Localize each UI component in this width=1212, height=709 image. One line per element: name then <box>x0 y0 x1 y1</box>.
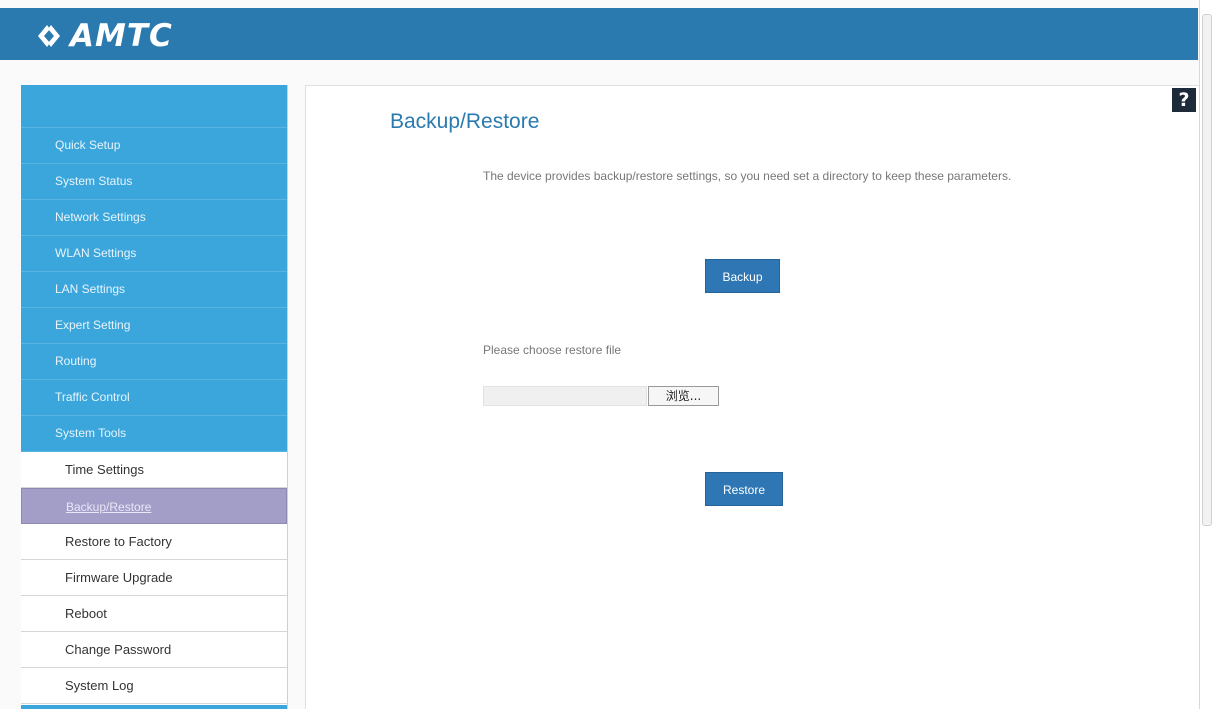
submenu-item-firmware-upgrade[interactable]: Firmware Upgrade <box>21 560 287 596</box>
sidebar-item-system-tools[interactable]: System Tools <box>21 416 287 452</box>
submenu-item-system-log[interactable]: System Log <box>21 668 287 704</box>
logo[interactable]: AMTC <box>34 18 173 54</box>
submenu-item-backup-restore[interactable]: Backup/Restore <box>21 488 287 524</box>
sidebar-item-system-status[interactable]: System Status <box>21 164 287 200</box>
sidebar-item-traffic-control[interactable]: Traffic Control <box>21 380 287 416</box>
sidebar-item-wlan-settings[interactable]: WLAN Settings <box>21 236 287 272</box>
restore-button[interactable]: Restore <box>705 472 783 506</box>
description-text: The device provides backup/restore setti… <box>483 169 1012 183</box>
logo-text: AMTC <box>70 18 173 54</box>
sidebar-item-lan-settings[interactable]: LAN Settings <box>21 272 287 308</box>
sidebar-item-expert-setting[interactable]: Expert Setting <box>21 308 287 344</box>
scrollbar[interactable] <box>1202 14 1212 526</box>
page: AMTC Quick Setup System Status Network S… <box>0 0 1212 709</box>
amtc-logo-icon <box>38 25 60 47</box>
help-icon[interactable]: ? <box>1172 88 1196 112</box>
restore-file-label: Please choose restore file <box>483 343 622 357</box>
sidebar-item-routing[interactable]: Routing <box>21 344 287 380</box>
sidebar-item-network-settings[interactable]: Network Settings <box>21 200 287 236</box>
sidebar: Quick Setup System Status Network Settin… <box>21 85 288 709</box>
browse-button[interactable]: 浏览... <box>648 386 719 406</box>
submenu-item-time-settings[interactable]: Time Settings <box>21 452 287 488</box>
submenu-item-reboot[interactable]: Reboot <box>21 596 287 632</box>
sidebar-header <box>21 85 287 128</box>
submenu-item-restore-to-factory[interactable]: Restore to Factory <box>21 524 287 560</box>
sidebar-item-quick-setup[interactable]: Quick Setup <box>21 128 287 164</box>
submenu-item-change-password[interactable]: Change Password <box>21 632 287 668</box>
page-title: Backup/Restore <box>390 110 540 133</box>
backup-button[interactable]: Backup <box>705 259 780 293</box>
sidebar-footer-bar <box>21 705 287 709</box>
restore-file-input[interactable] <box>483 386 647 406</box>
header-bar: AMTC <box>0 8 1198 60</box>
